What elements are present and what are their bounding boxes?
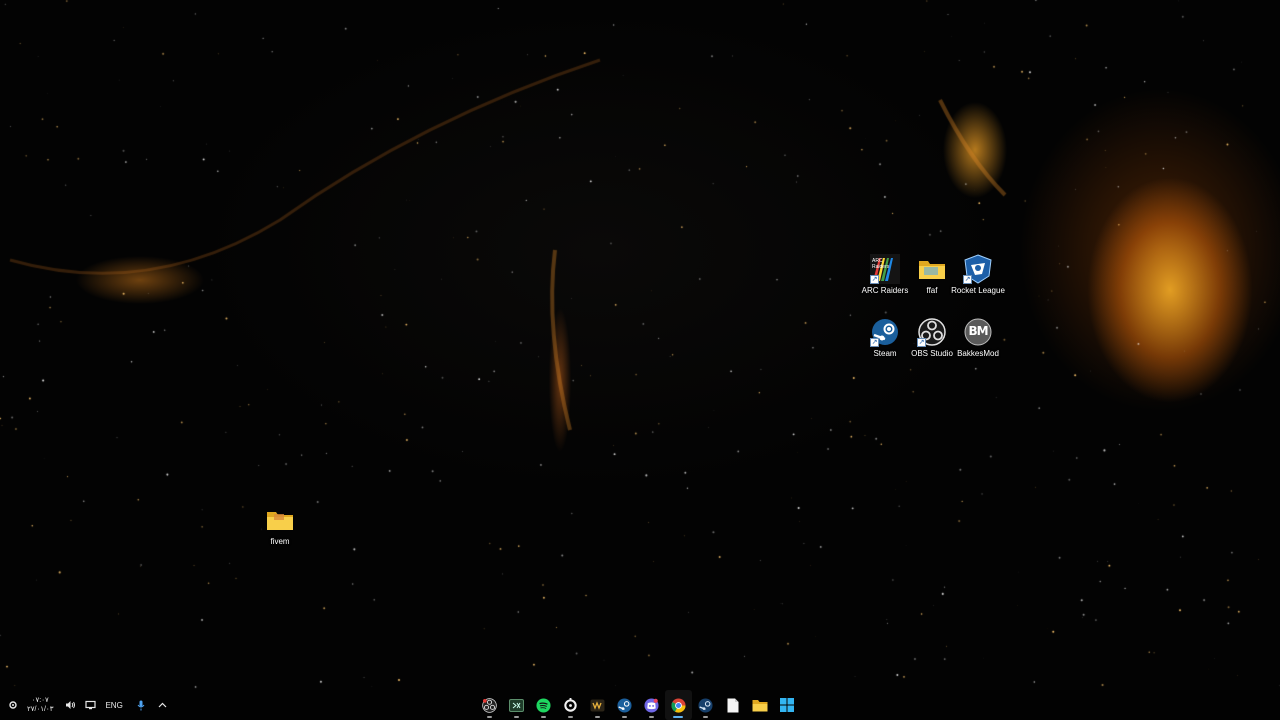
chevron-up-icon[interactable]	[158, 702, 167, 708]
running-indicator	[622, 716, 627, 718]
taskbar-start[interactable]	[773, 690, 800, 720]
desktop-wallpaper: ARC Raiders ↗ ARC Raiders ffaf ↗ Rocket …	[0, 0, 1280, 720]
desktop-icon-steam[interactable]: ↗ Steam	[860, 317, 910, 359]
ring-app-icon	[564, 697, 577, 712]
obs-icon	[482, 697, 497, 713]
taskbar-terminal[interactable]	[503, 690, 530, 720]
spotify-icon	[536, 697, 551, 713]
tray-gear-icon[interactable]	[8, 700, 18, 710]
language-indicator[interactable]: ENG	[105, 701, 122, 710]
taskbar-apps	[476, 690, 800, 720]
system-tray: ۰۷:۰۷ ۲۷/۰۱/۰۳ ENG	[8, 690, 176, 720]
active-indicator	[673, 716, 683, 718]
running-indicator	[541, 716, 546, 718]
bakkesmod-icon: BM	[963, 317, 993, 347]
desktop-icon-bakkesmod[interactable]: BM BakkesMod	[953, 317, 1003, 359]
windows-start-icon	[779, 698, 794, 712]
starfield-background	[0, 0, 1280, 720]
shortcut-arrow-icon: ↗	[870, 275, 879, 284]
shortcut-arrow-icon: ↗	[963, 275, 972, 284]
running-indicator	[595, 716, 600, 718]
clock-time: ۰۷:۰۷	[31, 697, 49, 704]
folder-icon	[752, 699, 767, 711]
clock[interactable]: ۰۷:۰۷ ۲۷/۰۱/۰۳	[27, 696, 53, 714]
desktop-icon-label: BakkesMod	[957, 349, 999, 358]
folder-icon	[265, 505, 295, 535]
discord-icon	[644, 697, 659, 713]
game-app-icon	[590, 699, 605, 711]
steam-icon	[617, 697, 632, 713]
taskbar-steam[interactable]	[611, 690, 638, 720]
taskbar-obs-studio[interactable]	[476, 690, 503, 720]
folder-icon	[917, 254, 947, 284]
running-indicator	[487, 716, 492, 718]
rocket-league-icon: ↗	[963, 254, 993, 284]
desktop-icon-fivem[interactable]: fivem	[255, 505, 305, 547]
desktop-icon-rocket-league[interactable]: ↗ Rocket League	[951, 254, 1005, 296]
taskbar-chrome[interactable]	[665, 690, 692, 720]
desktop-icon-arc-raiders[interactable]: ARC Raiders ↗ ARC Raiders	[860, 254, 910, 296]
taskbar: ۰۷:۰۷ ۲۷/۰۱/۰۳ ENG	[0, 690, 1280, 720]
desktop-icon-label: Rocket League	[951, 286, 1005, 295]
network-icon[interactable]	[85, 700, 97, 710]
obs-icon: ↗	[917, 317, 947, 347]
arc-raiders-icon: ARC Raiders ↗	[870, 254, 900, 284]
chrome-icon	[671, 697, 686, 713]
shortcut-arrow-icon: ↗	[917, 338, 926, 347]
volume-icon[interactable]	[65, 700, 76, 710]
file-icon	[727, 698, 738, 712]
running-indicator	[649, 716, 654, 718]
desktop-icon-label: fivem	[270, 537, 290, 546]
clock-date: ۲۷/۰۱/۰۳	[27, 706, 54, 713]
steam-icon: ↗	[870, 317, 900, 347]
taskbar-file-explorer[interactable]	[746, 690, 773, 720]
taskbar-app-ring[interactable]	[557, 690, 584, 720]
taskbar-spotify[interactable]	[530, 690, 557, 720]
shortcut-arrow-icon: ↗	[870, 338, 879, 347]
arc-raiders-logo-text: ARC Raiders	[872, 258, 890, 270]
running-indicator	[703, 716, 708, 718]
bakkesmod-logo-text: BM	[968, 324, 988, 338]
taskbar-game-app[interactable]	[584, 690, 611, 720]
taskbar-steam-2[interactable]	[692, 690, 719, 720]
running-indicator	[514, 716, 519, 718]
steam-icon	[698, 697, 713, 713]
taskbar-discord[interactable]	[638, 690, 665, 720]
taskbar-file[interactable]	[719, 690, 746, 720]
microphone-icon[interactable]	[137, 700, 145, 711]
running-indicator	[568, 716, 573, 718]
terminal-icon	[509, 698, 524, 712]
